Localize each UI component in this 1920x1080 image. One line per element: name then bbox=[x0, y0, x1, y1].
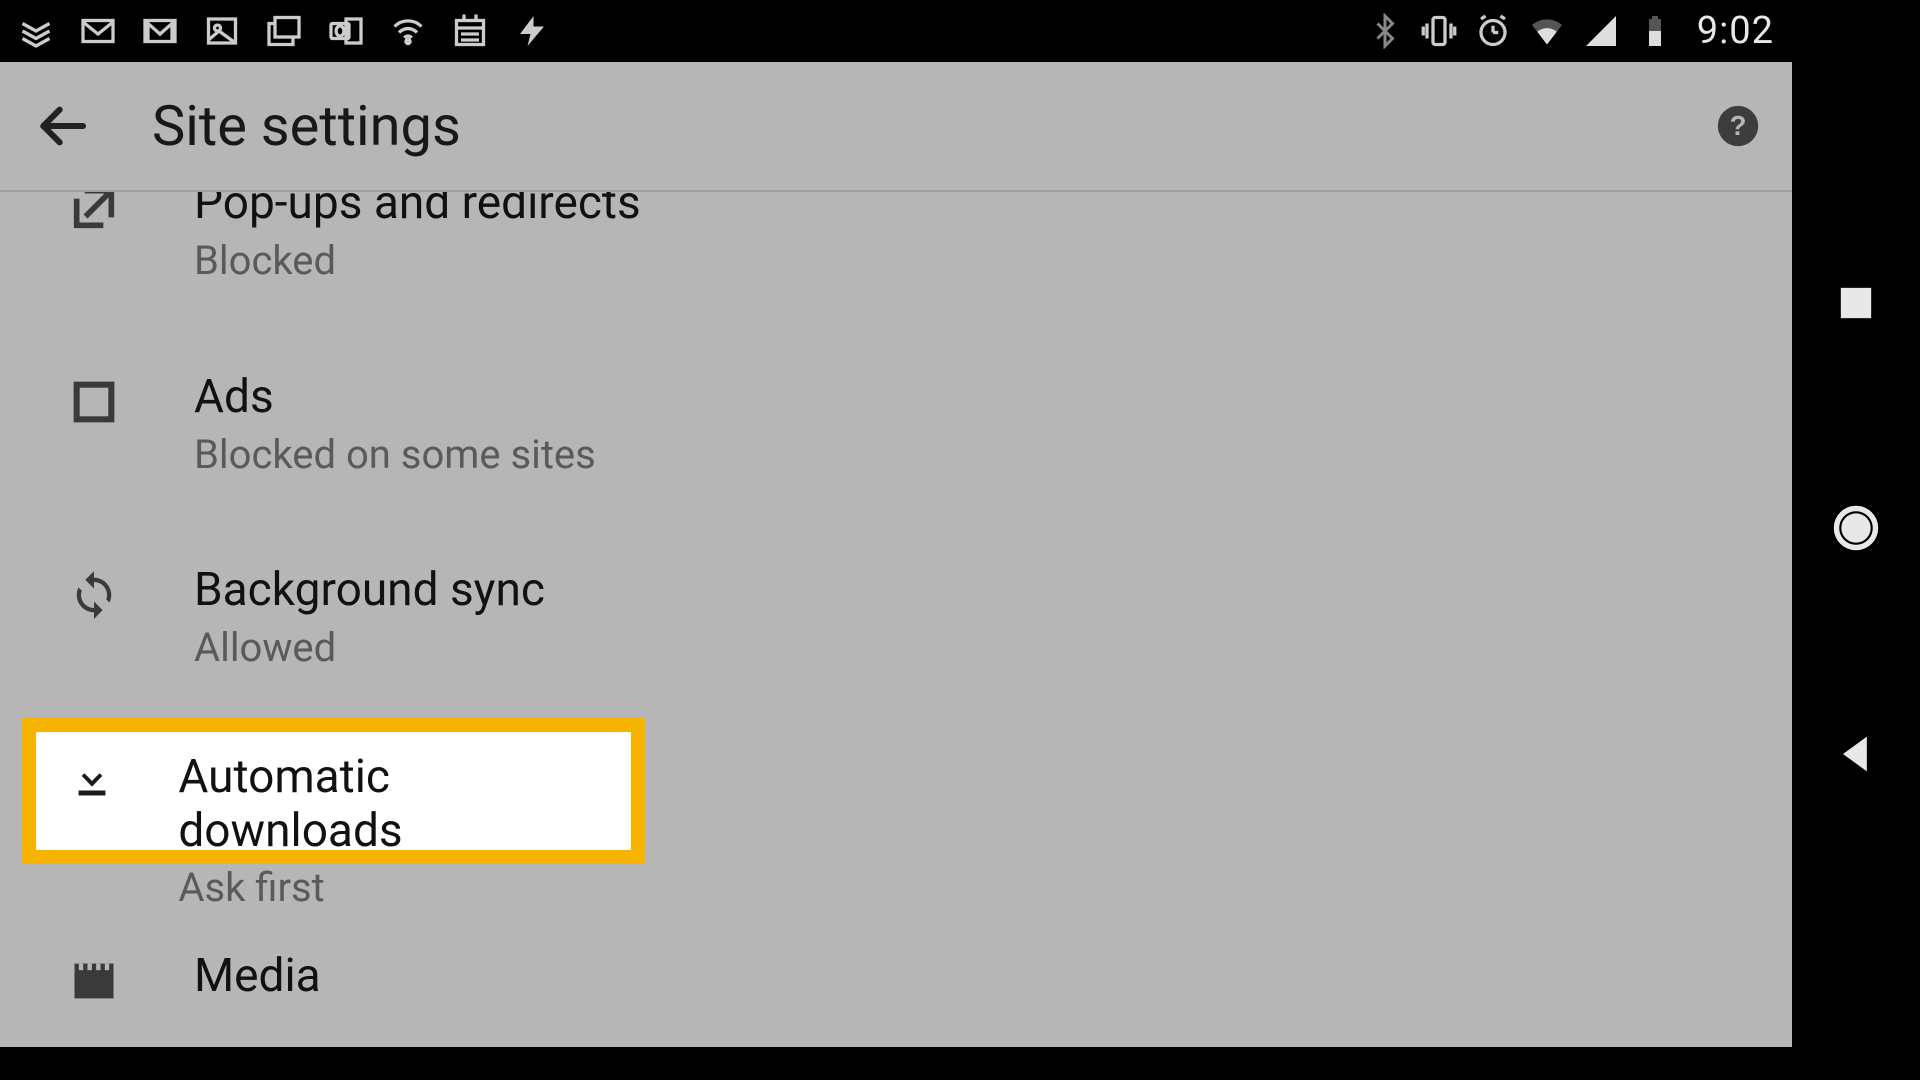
cell-signal-icon bbox=[1583, 13, 1619, 49]
nav-recents-button[interactable] bbox=[1830, 277, 1882, 329]
setting-subtitle: Allowed bbox=[194, 624, 545, 671]
setting-subtitle: Blocked bbox=[194, 237, 641, 284]
settings-list: Pop-ups and redirects Blocked Ads Blocke… bbox=[0, 192, 1792, 1047]
svg-text:?: ? bbox=[1730, 110, 1747, 141]
setting-subtitle: Ask first bbox=[178, 864, 583, 911]
photo-icon bbox=[204, 13, 240, 49]
page-title: Site settings bbox=[152, 93, 461, 159]
setting-ads[interactable]: Ads Blocked on some sites bbox=[0, 332, 1792, 518]
setting-title: Automatic downloads bbox=[178, 750, 583, 858]
gmail-icon bbox=[142, 13, 178, 49]
popup-icon bbox=[44, 192, 144, 234]
setting-title: Media bbox=[194, 951, 321, 1002]
setting-popups[interactable]: Pop-ups and redirects Blocked bbox=[0, 192, 1792, 324]
help-button[interactable]: ? bbox=[1716, 104, 1760, 148]
media-icon bbox=[44, 955, 144, 1007]
ads-icon bbox=[44, 376, 144, 428]
feedly-icon bbox=[18, 13, 54, 49]
setting-subtitle: Blocked on some sites bbox=[194, 431, 596, 478]
wifi-icon bbox=[1529, 13, 1565, 49]
setting-title: Background sync bbox=[194, 565, 545, 616]
bottom-strip bbox=[0, 1047, 1920, 1080]
setting-title: Pop-ups and redirects bbox=[194, 192, 641, 229]
status-clock: 9:02 bbox=[1697, 9, 1774, 53]
highlight-automatic-downloads: Automatic downloads Ask first bbox=[22, 718, 645, 864]
nav-back-button[interactable] bbox=[1830, 728, 1882, 780]
setting-media[interactable]: Media bbox=[0, 911, 1792, 1047]
back-button[interactable] bbox=[26, 90, 98, 162]
battery-icon bbox=[1637, 13, 1673, 49]
device-screen: 9:02 Site settings ? bbox=[0, 0, 1792, 1047]
setting-automatic-downloads[interactable]: Automatic downloads Ask first bbox=[36, 732, 631, 929]
download-icon bbox=[56, 756, 128, 802]
calendar-icon bbox=[452, 13, 488, 49]
alarm-icon bbox=[1475, 13, 1511, 49]
vibrate-icon bbox=[1421, 13, 1457, 49]
app-toolbar: Site settings ? bbox=[0, 62, 1792, 192]
setting-title: Ads bbox=[194, 372, 596, 423]
bolt-icon bbox=[514, 13, 550, 49]
nav-home-button[interactable] bbox=[1830, 502, 1882, 554]
setting-background-sync[interactable]: Background sync Allowed bbox=[0, 525, 1792, 711]
system-nav-bar bbox=[1792, 0, 1920, 1047]
status-bar: 9:02 bbox=[0, 0, 1792, 62]
bluetooth-icon bbox=[1367, 13, 1403, 49]
screens-icon bbox=[266, 13, 302, 49]
sync-icon bbox=[44, 569, 144, 621]
mail-icon bbox=[80, 13, 116, 49]
wifi-small-icon bbox=[390, 13, 426, 49]
outlook-icon bbox=[328, 13, 364, 49]
